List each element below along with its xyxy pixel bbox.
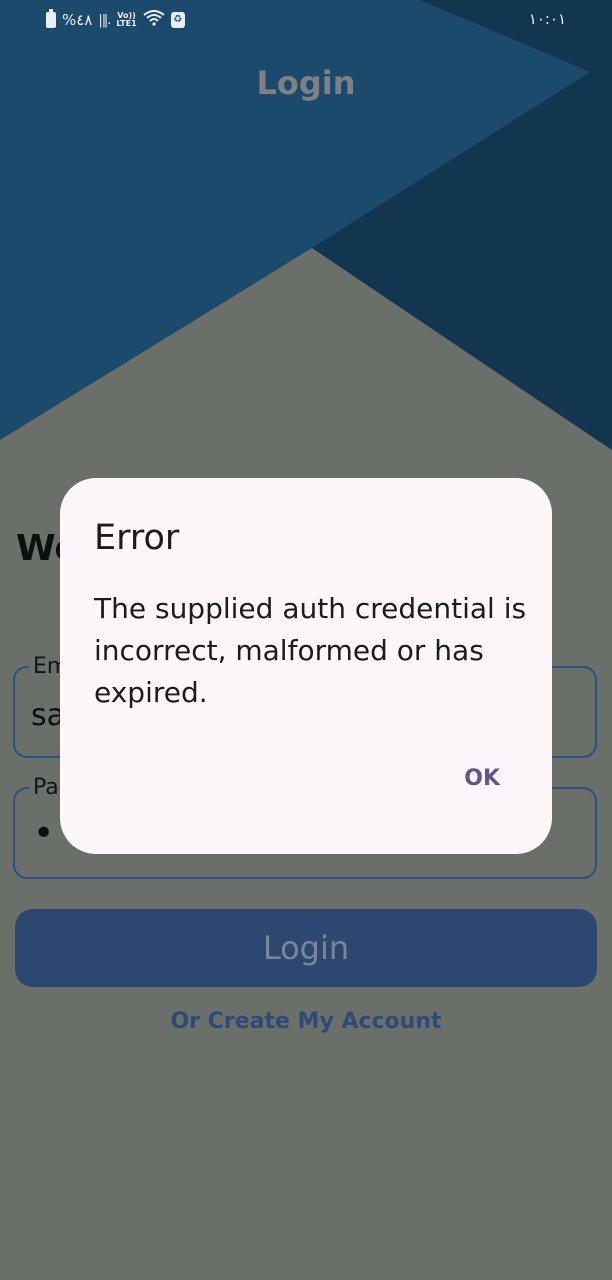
- signal-icon: |‖.: [98, 12, 111, 28]
- wifi-icon: [143, 10, 165, 30]
- dialog-message: The supplied auth credential is incorrec…: [94, 592, 527, 709]
- volte-icon: Vo)) LTE1: [116, 12, 136, 28]
- volte-bottom: LTE1: [116, 19, 137, 28]
- login-button[interactable]: Login: [15, 909, 597, 987]
- ok-button[interactable]: OK: [464, 766, 500, 791]
- page-title: Login: [256, 64, 356, 102]
- password-label: Pa: [29, 775, 63, 800]
- create-account-link[interactable]: Or Create My Account: [0, 1009, 612, 1034]
- dialog-title: Error: [94, 518, 180, 558]
- battery-percent: %٤٨: [62, 11, 93, 29]
- recycle-icon: ♻: [170, 12, 185, 28]
- status-bar: %٤٨ |‖. Vo)) LTE1 ♻ ١٠:٠١: [0, 0, 612, 42]
- clock: ١٠:٠١: [528, 10, 566, 28]
- error-dialog: Error The supplied auth credential is in…: [60, 478, 552, 854]
- battery-icon: [46, 9, 56, 28]
